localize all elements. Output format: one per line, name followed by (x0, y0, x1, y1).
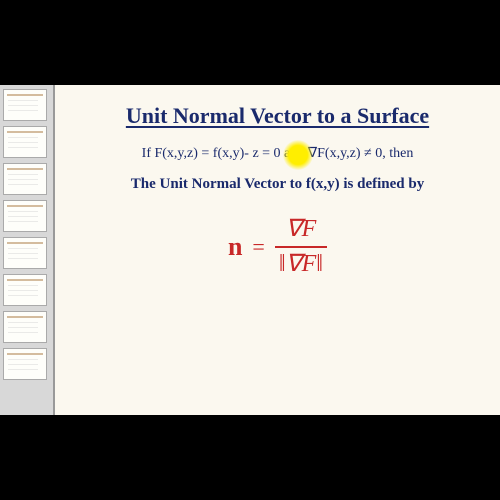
slide-title: Unit Normal Vector to a Surface (126, 103, 429, 129)
slide-thumb[interactable] (3, 237, 47, 269)
formula-lhs: n (228, 232, 242, 262)
formula: n = ∇F ‖∇F‖ (228, 215, 327, 279)
definition-text: The Unit Normal Vector to f(x,y) is defi… (131, 176, 424, 193)
slide-thumb[interactable] (3, 274, 47, 306)
condition-text: If F(x,y,z) = f(x,y)- z = 0 and ∇F(x,y,z… (142, 145, 414, 162)
formula-numerator: ∇F (280, 215, 323, 246)
slide-thumb[interactable] (3, 348, 47, 380)
presentation-viewer: Unit Normal Vector to a Surface If F(x,y… (0, 85, 500, 415)
slide-content: Unit Normal Vector to a Surface If F(x,y… (55, 85, 500, 415)
thumbnail-pane[interactable] (0, 85, 55, 415)
formula-eq: = (252, 234, 264, 260)
formula-fraction: ∇F ‖∇F‖ (275, 215, 327, 279)
slide-thumb[interactable] (3, 163, 47, 195)
slide-thumb[interactable] (3, 89, 47, 121)
slide-thumb[interactable] (3, 200, 47, 232)
formula-denominator: ‖∇F‖ (275, 248, 327, 279)
slide-thumb[interactable] (3, 311, 47, 343)
slide-thumb[interactable] (3, 126, 47, 158)
